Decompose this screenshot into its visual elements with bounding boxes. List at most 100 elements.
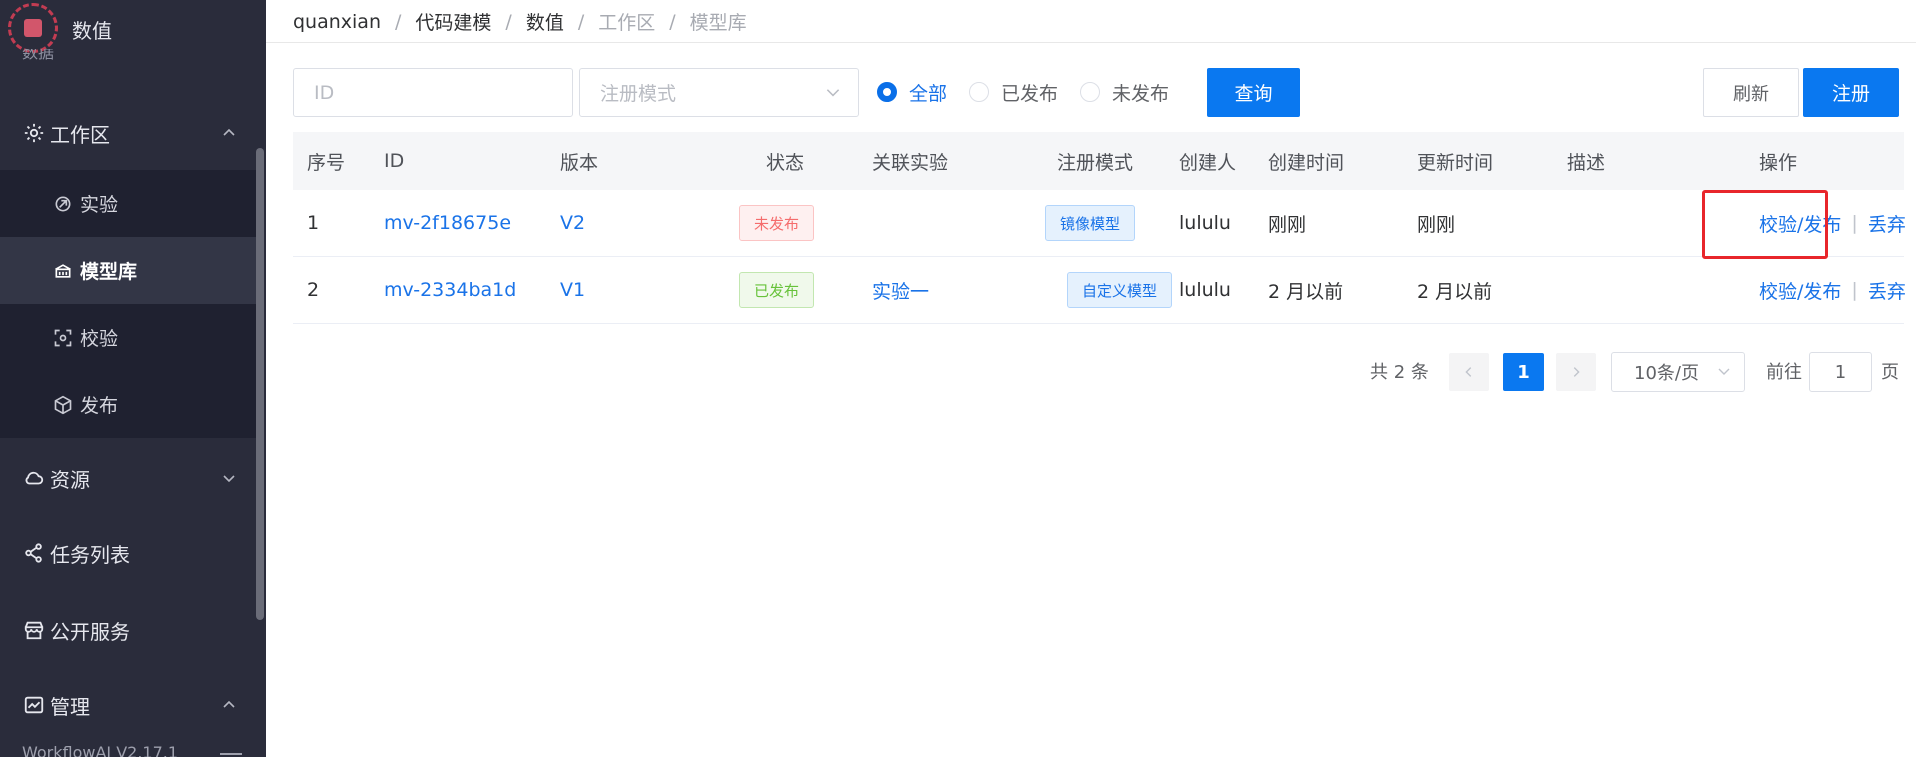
register-mode-select[interactable]: 注册模式 <box>579 68 859 117</box>
status-badge: 未发布 <box>739 205 815 241</box>
sidebar-item-publish[interactable]: 发布 <box>0 371 258 438</box>
row-index: 2 <box>307 279 320 301</box>
sidebar-group-label: 管理 <box>50 694 90 719</box>
sidebar-group-label: 资源 <box>50 467 90 492</box>
column-header-created-time: 创建时间 <box>1268 151 1345 174</box>
row-experiment-link[interactable]: 实验一 <box>872 257 929 323</box>
action-divider: | <box>1851 279 1858 301</box>
query-button[interactable]: 查询 <box>1207 68 1300 117</box>
next-page-button[interactable] <box>1556 353 1596 391</box>
status-radio-group: 全部 已发布 未发布 <box>877 78 1191 106</box>
gear-icon <box>22 121 46 145</box>
sidebar-item-validate[interactable]: 校验 <box>0 304 258 371</box>
sidebar-item-label: 发布 <box>80 395 119 417</box>
discard-link[interactable]: 丢弃 <box>1868 210 1906 237</box>
header-divider <box>266 42 1916 43</box>
scan-icon <box>52 327 74 349</box>
page-number-current[interactable]: 1 <box>1503 353 1544 391</box>
radio-unpublished[interactable]: 未发布 <box>1080 79 1169 106</box>
cloud-icon <box>22 466 46 490</box>
column-header-creator: 创建人 <box>1179 151 1237 174</box>
breadcrumb-separator: / <box>395 10 402 33</box>
sidebar-item-experiment[interactable]: 实验 <box>0 170 258 237</box>
radio-all[interactable]: 全部 <box>877 79 947 106</box>
sidebar-item-model-library[interactable]: 模型库 <box>0 237 258 304</box>
sidebar-group-public-service[interactable]: 公开服务 <box>0 597 258 663</box>
page-size-value: 10条/页 <box>1634 363 1699 384</box>
table-header: 序号 ID 版本 状态 关联实验 注册模式 创建人 创建时间 更新时间 描述 操… <box>293 132 1904 190</box>
chevron-down-icon <box>1716 363 1734 381</box>
chart-icon <box>22 693 46 717</box>
row-version-link[interactable]: V1 <box>560 257 585 323</box>
column-header-register-mode: 注册模式 <box>1057 151 1134 174</box>
row-id-link[interactable]: mv-2f18675e <box>384 190 511 256</box>
sidebar-group-label: 公开服务 <box>50 619 130 644</box>
sidebar-group-resources[interactable]: 资源 <box>0 445 258 511</box>
refresh-button[interactable]: 刷新 <box>1703 68 1799 117</box>
breadcrumb: quanxian / 代码建模 / 数值 / 工作区 / 模型库 <box>293 8 747 35</box>
breadcrumb-separator: / <box>505 10 512 33</box>
chevron-right-icon <box>1573 367 1580 377</box>
status-badge: 已发布 <box>739 272 815 308</box>
sidebar-item-label: 实验 <box>80 194 119 216</box>
row-creator: lululu <box>1179 279 1231 301</box>
table-row: 2 mv-2334ba1d V1 已发布 实验一 自定义模型 lululu 2 … <box>293 257 1906 324</box>
breadcrumb-separator: / <box>669 10 676 33</box>
sidebar: 数值 数据 工作区 实验 模型库 校验 发布 资源 任务列表 公开服务 管理 W… <box>0 0 266 757</box>
menu-icon[interactable] <box>220 748 242 757</box>
sidebar-group-management[interactable]: 管理 <box>0 672 258 738</box>
sidebar-group-task-list[interactable]: 任务列表 <box>0 520 258 586</box>
radio-dot <box>969 82 990 102</box>
row-created-time: 刚刚 <box>1268 213 1307 236</box>
column-header-experiment: 关联实验 <box>872 151 949 174</box>
id-search-input[interactable]: ID <box>293 68 573 117</box>
page-suffix: 页 <box>1881 362 1899 383</box>
register-mode-badge: 自定义模型 <box>1067 272 1173 308</box>
sidebar-item-label: 校验 <box>80 328 119 350</box>
page-size-select[interactable]: 10条/页 <box>1611 352 1745 392</box>
chevron-up-icon <box>218 122 240 144</box>
app-logo[interactable] <box>8 3 58 53</box>
radio-label: 全部 <box>909 82 948 105</box>
breadcrumb-item[interactable]: quanxian <box>293 11 381 33</box>
select-placeholder: 注册模式 <box>600 83 677 105</box>
input-placeholder: ID <box>314 81 335 104</box>
share-icon <box>22 541 46 565</box>
sidebar-scrollbar[interactable] <box>256 148 264 620</box>
prev-page-button[interactable] <box>1449 353 1489 391</box>
validate-publish-link[interactable]: 校验/发布 <box>1759 210 1841 237</box>
sidebar-group-label: 任务列表 <box>50 542 130 567</box>
column-header-index: 序号 <box>307 151 346 174</box>
breadcrumb-item-current: 模型库 <box>689 12 747 34</box>
column-header-actions: 操作 <box>1759 151 1798 174</box>
breadcrumb-item[interactable]: 代码建模 <box>415 8 491 35</box>
goto-label: 前往 <box>1766 362 1802 383</box>
validate-publish-link[interactable]: 校验/发布 <box>1759 277 1841 304</box>
row-id-link[interactable]: mv-2334ba1d <box>384 257 516 323</box>
chevron-left-icon <box>1465 367 1472 377</box>
row-version-link[interactable]: V2 <box>560 190 585 256</box>
row-updated-time: 2 月以前 <box>1417 280 1493 303</box>
radio-dot <box>1080 82 1101 102</box>
sidebar-header: 数值 <box>0 0 266 56</box>
logo-mark <box>24 19 42 37</box>
register-button[interactable]: 注册 <box>1803 68 1899 117</box>
table-row: 1 mv-2f18675e V2 未发布 镜像模型 lululu 刚刚 刚刚 校… <box>293 190 1906 257</box>
radio-dot <box>877 82 897 102</box>
discard-link[interactable]: 丢弃 <box>1868 277 1906 304</box>
radio-label: 已发布 <box>1001 82 1059 105</box>
radio-label: 未发布 <box>1112 82 1170 105</box>
sidebar-scrolled-item[interactable]: 数据 <box>22 49 54 63</box>
sidebar-group-workspace[interactable]: 工作区 <box>0 100 258 166</box>
column-header-description: 描述 <box>1567 151 1606 174</box>
row-index: 1 <box>307 212 320 234</box>
breadcrumb-item[interactable]: 数值 <box>526 8 564 35</box>
radio-published[interactable]: 已发布 <box>969 79 1058 106</box>
chevron-up-icon <box>218 694 240 716</box>
goto-page-input[interactable]: 1 <box>1809 352 1872 392</box>
row-created-time: 2 月以前 <box>1268 280 1344 303</box>
column-header-updated-time: 更新时间 <box>1417 151 1494 174</box>
model-library-icon <box>52 260 74 282</box>
column-header-id: ID <box>384 150 405 172</box>
breadcrumb-separator: / <box>577 10 585 33</box>
